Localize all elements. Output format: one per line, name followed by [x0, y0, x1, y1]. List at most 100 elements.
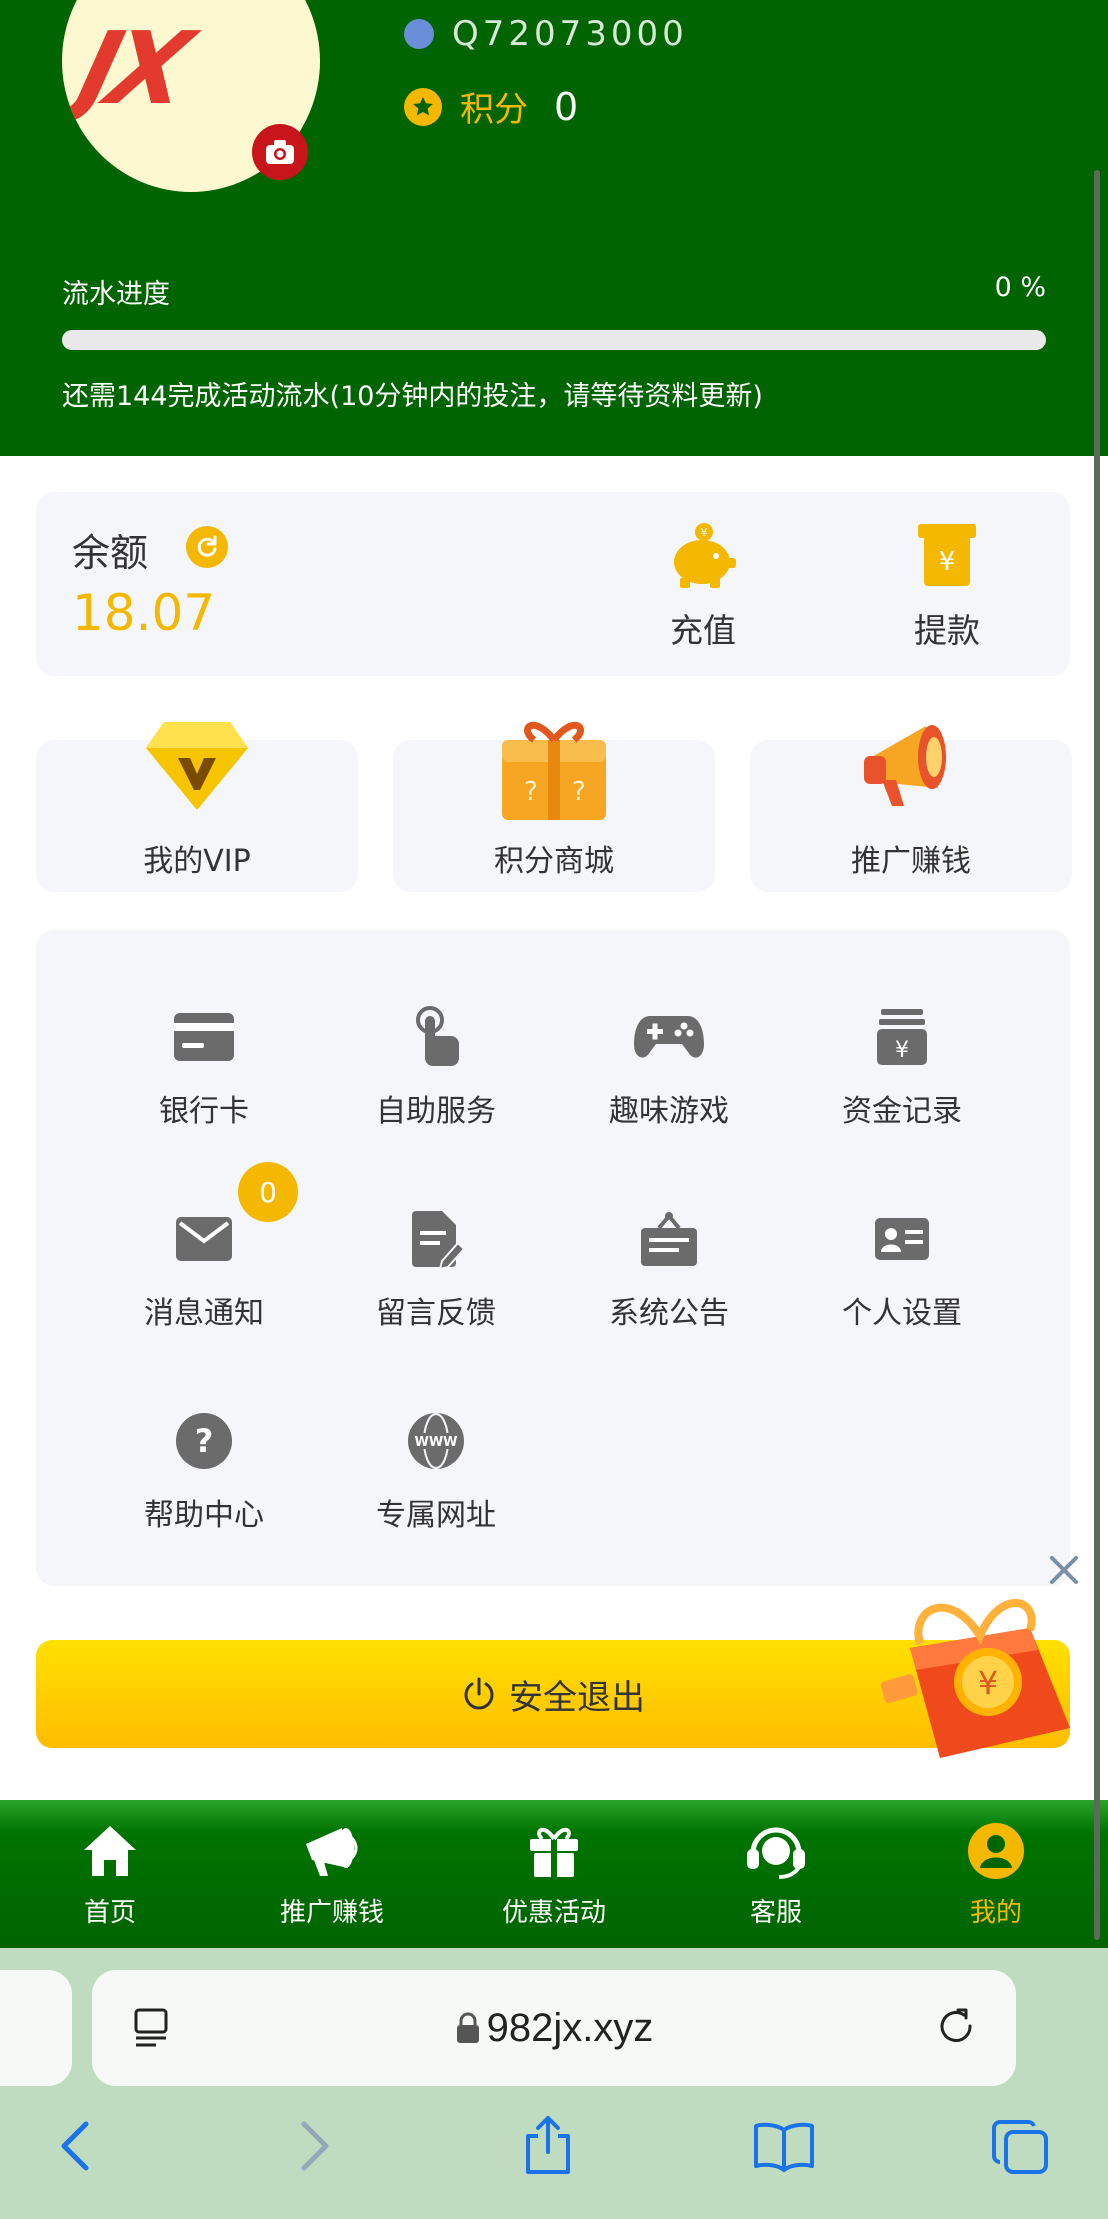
page-scrollbar[interactable] — [1094, 170, 1100, 1940]
turnover-progress-bar — [62, 330, 1046, 350]
gift-box-icon: ? ? — [502, 721, 606, 820]
menu-messages[interactable]: 消息通知 — [104, 1204, 304, 1332]
svg-text:¥: ¥ — [939, 547, 956, 577]
menu-self-service[interactable]: 自助服务 — [336, 1002, 536, 1130]
menu-personal-settings[interactable]: 个人设置 — [802, 1204, 1002, 1332]
menu-label: 系统公告 — [609, 1296, 729, 1331]
tab-label: 客服 — [749, 1898, 802, 1928]
menu-label: 帮助中心 — [144, 1498, 264, 1533]
points-label: 积分 — [460, 90, 528, 130]
vip-card[interactable]: 我的VIP — [36, 722, 358, 892]
lock-icon — [456, 2012, 479, 2043]
menu-exclusive-url[interactable]: WWW 专属网址 — [336, 1406, 536, 1534]
menu-label: 消息通知 — [144, 1296, 264, 1331]
points-row: 积分 0 — [404, 82, 578, 131]
help-icon: ? — [104, 1406, 304, 1476]
tab-customer-service[interactable]: 客服 — [676, 1818, 876, 1929]
power-icon — [464, 1677, 494, 1710]
menu-label: 专属网址 — [376, 1498, 496, 1533]
avatar-logo: JX — [67, 10, 195, 127]
home-icon — [10, 1818, 210, 1884]
menu-label: 留言反馈 — [376, 1296, 496, 1331]
bottom-tab-bar: 首页 推广赚钱 优惠活动 客服 我的 — [0, 1800, 1108, 1948]
diamond-icon — [146, 722, 248, 810]
announcement-icon — [569, 1204, 769, 1274]
tab-label: 我的 — [969, 1898, 1022, 1928]
menu-announcement[interactable]: 系统公告 — [569, 1204, 769, 1332]
promote-label: 推广赚钱 — [851, 844, 971, 879]
svg-text:¥: ¥ — [701, 526, 708, 539]
reload-icon[interactable] — [934, 2004, 980, 2050]
logout-label: 安全退出 — [509, 1677, 645, 1718]
svg-text:?: ? — [572, 777, 586, 807]
promo-gift-icon[interactable]: ¥ — [880, 1578, 1090, 1762]
turnover-note: 还需144完成活动流水(10分钟内的投注，请等待资料更新) — [62, 381, 763, 412]
message-count-badge: 0 — [238, 1162, 298, 1222]
back-icon[interactable] — [56, 2118, 96, 2174]
withdraw-icon: ¥ — [918, 524, 976, 586]
gamepad-icon — [569, 1002, 769, 1072]
menu-label: 自助服务 — [376, 1094, 496, 1129]
svg-text:?: ? — [524, 777, 538, 807]
menu-funds-record[interactable]: ¥ 资金记录 — [802, 1002, 1002, 1130]
deposit-button[interactable]: ¥ 充值 — [638, 522, 768, 652]
deposit-label: 充值 — [670, 611, 736, 650]
tab-label: 推广赚钱 — [279, 1898, 384, 1928]
bank-card-icon — [104, 1002, 304, 1072]
points-value: 0 — [554, 84, 579, 129]
withdraw-button[interactable]: ¥ 提款 — [882, 522, 1012, 652]
piggy-bank-icon: ¥ — [674, 523, 736, 588]
svg-text:¥: ¥ — [978, 1664, 998, 1702]
user-id-row: Q72073000 — [404, 14, 688, 54]
points-mall-label: 积分商城 — [494, 844, 614, 879]
megaphone-icon — [232, 1818, 432, 1884]
turnover-title: 流水进度 — [62, 279, 170, 310]
balance-card: 余额 18.07 ¥ 充值 ¥ 提款 — [36, 492, 1070, 676]
points-mall-card[interactable]: ? ? 积分商城 — [393, 721, 715, 892]
tab-promote[interactable]: 推广赚钱 — [232, 1818, 432, 1929]
tab-label: 首页 — [83, 1898, 136, 1928]
menu-help-center[interactable]: ? 帮助中心 — [104, 1406, 304, 1534]
www-icon: WWW — [336, 1406, 536, 1476]
share-icon[interactable] — [520, 2114, 576, 2176]
id-card-icon — [802, 1204, 1002, 1274]
star-icon — [404, 87, 442, 126]
tab-home[interactable]: 首页 — [10, 1818, 210, 1929]
gift-icon — [454, 1818, 654, 1884]
menu-label: 资金记录 — [842, 1094, 962, 1129]
touch-icon — [336, 1002, 536, 1072]
camera-icon[interactable] — [252, 124, 308, 180]
tab-promotions[interactable]: 优惠活动 — [454, 1818, 654, 1929]
menu-label: 趣味游戏 — [609, 1094, 729, 1129]
id-icon — [404, 19, 434, 49]
withdraw-label: 提款 — [914, 611, 980, 650]
promote-card[interactable]: 推广赚钱 — [750, 725, 1072, 892]
menu-bank-card[interactable]: 银行卡 — [104, 1002, 304, 1130]
menu-label: 银行卡 — [159, 1094, 249, 1129]
menu-feedback[interactable]: 留言反馈 — [336, 1204, 536, 1332]
forward-icon[interactable] — [294, 2118, 334, 2174]
bookmarks-icon[interactable] — [752, 2120, 816, 2172]
refresh-icon[interactable] — [186, 526, 228, 568]
tabs-icon[interactable] — [990, 2118, 1050, 2176]
vip-label: 我的VIP — [143, 844, 251, 879]
tab-label: 优惠活动 — [501, 1898, 606, 1928]
funds-record-icon: ¥ — [802, 1002, 1002, 1072]
profile-header: JX Q72073000 积分 0 流水进度 0 % 还需144完成活动流水(1… — [0, 0, 1108, 456]
megaphone-icon — [864, 725, 946, 806]
previous-tab-preview[interactable] — [0, 1970, 72, 2086]
menu-fun-games[interactable]: 趣味游戏 — [569, 1002, 769, 1130]
url-display[interactable]: 982jx.xyz — [92, 2006, 1016, 2051]
balance-value: 18.07 — [72, 584, 216, 642]
browser-toolbar: 982jx.xyz — [0, 1948, 1108, 2219]
close-icon[interactable] — [1046, 1552, 1082, 1588]
tab-mine[interactable]: 我的 — [896, 1818, 1096, 1929]
balance-label: 余额 — [72, 531, 149, 575]
svg-text:¥: ¥ — [895, 1038, 909, 1063]
menu-label: 个人设置 — [842, 1296, 962, 1331]
svg-text:?: ? — [195, 1422, 214, 1460]
user-id: Q72073000 — [452, 14, 688, 54]
feedback-icon — [336, 1204, 536, 1274]
address-bar[interactable]: 982jx.xyz — [92, 1970, 1016, 2086]
user-icon — [896, 1818, 1096, 1884]
